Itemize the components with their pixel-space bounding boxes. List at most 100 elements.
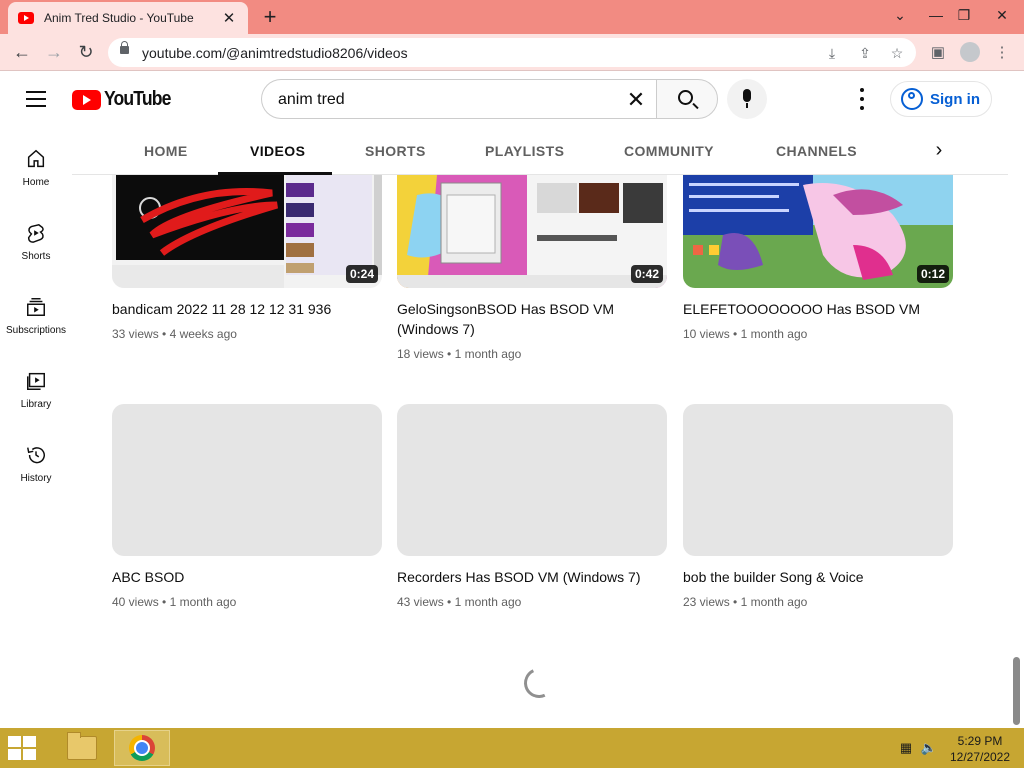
close-tab-icon[interactable]: ✕	[220, 9, 238, 27]
youtube-logo[interactable]: YouTube	[72, 88, 180, 111]
channel-tabs: HOME VIDEOS SHORTS PLAYLISTS COMMUNITY C…	[72, 127, 1008, 175]
chrome-icon	[129, 735, 155, 761]
install-app-icon[interactable]: ⤓	[822, 43, 842, 63]
youtube-masthead: YouTube anim tred ✕ Sign in	[0, 71, 1024, 127]
shorts-icon	[24, 221, 48, 245]
upload-age: 1 month ago	[740, 327, 808, 341]
meta-separator: •	[162, 595, 167, 609]
video-metadata: 23 views • 1 month ago	[683, 595, 807, 609]
windows-taskbar: ▦ 🔈 5:29 PM 12/27/2022	[0, 728, 1024, 768]
view-count: 18 views	[397, 347, 444, 361]
video-item[interactable]: Recorders Has BSOD VM (Windows 7) 43 vie…	[397, 404, 667, 614]
microphone-icon	[743, 89, 751, 102]
meta-separator: •	[447, 595, 452, 609]
sign-in-label: Sign in	[930, 90, 980, 108]
taskbar-clock[interactable]: 5:29 PM 12/27/2022	[946, 733, 1014, 765]
sign-in-button[interactable]: Sign in	[890, 81, 992, 117]
windows-start-icon[interactable]	[8, 736, 38, 762]
voice-search-button[interactable]	[727, 79, 767, 119]
video-duration: 0:24	[345, 265, 378, 283]
settings-menu-icon[interactable]	[850, 88, 874, 110]
side-panel-icon[interactable]: ▣	[926, 40, 950, 64]
video-thumbnail[interactable]: 0:12	[683, 175, 953, 288]
video-title[interactable]: ELEFETOOOOOOOO Has BSOD VM	[683, 299, 945, 319]
chevron-right-icon[interactable]: ›	[928, 139, 950, 162]
video-title[interactable]: bob the builder Song & Voice	[683, 567, 945, 587]
guide-item-home[interactable]: Home	[0, 127, 72, 201]
taskbar-chrome[interactable]	[114, 730, 170, 766]
guide-item-shorts[interactable]: Shorts	[0, 201, 72, 275]
guide-label-home: Home	[22, 177, 50, 188]
view-count: 10 views	[683, 327, 730, 341]
browser-tab[interactable]: Anim Tred Studio - YouTube ✕	[8, 2, 248, 34]
mini-guide: Home Shorts Subscriptions Library Histor…	[0, 127, 72, 728]
bookmark-star-icon[interactable]: ☆	[887, 43, 907, 63]
thumbnail-image	[112, 175, 382, 288]
video-title[interactable]: GeloSingsonBSOD Has BSOD VM (Windows 7)	[397, 299, 659, 339]
taskbar-file-explorer[interactable]	[54, 730, 110, 766]
video-item[interactable]: bob the builder Song & Voice 23 views • …	[683, 404, 953, 614]
video-item[interactable]: 0:12 ELEFETOOOOOOOO Has BSOD VM 10 views…	[683, 175, 953, 355]
video-title[interactable]: ABC BSOD	[112, 567, 374, 587]
video-item[interactable]: 0:24 bandicam 2022 11 28 12 12 31 936 33…	[112, 175, 382, 355]
guide-label-subscriptions: Subscriptions	[5, 325, 67, 336]
thumbnail-image	[683, 175, 953, 288]
video-item[interactable]: ABC BSOD 40 views • 1 month ago	[112, 404, 382, 614]
address-bar[interactable]: youtube.com/@animtredstudio8206/videos ⤓…	[108, 38, 916, 67]
guide-item-subscriptions[interactable]: Subscriptions	[0, 275, 72, 349]
video-metadata: 40 views • 1 month ago	[112, 595, 236, 609]
lock-icon[interactable]	[120, 41, 129, 54]
tab-channels[interactable]: CHANNELS	[776, 143, 857, 159]
tab-search-icon[interactable]: ⌄	[882, 0, 918, 30]
guide-menu-icon[interactable]	[26, 91, 46, 107]
subscriptions-icon	[24, 295, 48, 319]
meta-separator: •	[733, 327, 738, 341]
tab-community[interactable]: COMMUNITY	[624, 143, 714, 159]
guide-label-history: History	[20, 473, 52, 484]
tab-playlists[interactable]: PLAYLISTS	[485, 143, 564, 159]
tab-shorts[interactable]: SHORTS	[365, 143, 426, 159]
video-thumbnail[interactable]: 0:24	[112, 175, 382, 288]
search-input[interactable]: anim tred ✕	[261, 79, 656, 119]
video-item[interactable]: 0:42 GeloSingsonBSOD Has BSOD VM (Window…	[397, 175, 667, 375]
library-icon	[24, 369, 48, 393]
guide-item-library[interactable]: Library	[0, 349, 72, 423]
share-icon[interactable]: ⇪	[855, 43, 875, 63]
video-thumbnail-placeholder[interactable]	[397, 404, 667, 556]
upload-age: 1 month ago	[454, 347, 522, 361]
browser-tab-title: Anim Tred Studio - YouTube	[44, 11, 194, 25]
scrollbar-thumb[interactable]	[1013, 657, 1020, 725]
video-metadata: 18 views • 1 month ago	[397, 347, 521, 361]
restore-icon[interactable]: ❐	[946, 0, 982, 30]
video-title[interactable]: bandicam 2022 11 28 12 12 31 936	[112, 299, 374, 319]
video-thumbnail[interactable]: 0:42	[397, 175, 667, 288]
search-button[interactable]	[656, 79, 718, 119]
video-thumbnail-placeholder[interactable]	[112, 404, 382, 556]
volume-icon[interactable]: 🔈	[920, 740, 938, 756]
chrome-menu-icon[interactable]: ⋮	[990, 40, 1014, 64]
url-text: youtube.com/@animtredstudio8206/videos	[142, 45, 408, 61]
back-icon[interactable]: ←	[9, 39, 35, 65]
page-scrollbar[interactable]	[1008, 127, 1024, 728]
video-duration: 0:42	[630, 265, 663, 283]
account-icon	[901, 88, 923, 110]
reload-icon[interactable]: ↻	[73, 39, 99, 65]
forward-icon[interactable]: →	[41, 39, 67, 65]
video-title[interactable]: Recorders Has BSOD VM (Windows 7)	[397, 567, 659, 587]
clear-search-icon[interactable]: ✕	[624, 87, 648, 113]
video-metadata: 33 views • 4 weeks ago	[112, 327, 237, 341]
loading-spinner-icon	[519, 663, 559, 703]
profile-avatar-icon[interactable]	[958, 40, 982, 64]
thumbnail-image	[397, 175, 667, 288]
guide-item-history[interactable]: History	[0, 423, 72, 497]
network-icon[interactable]: ▦	[897, 740, 915, 756]
clock-date: 12/27/2022	[949, 750, 1011, 764]
tab-home[interactable]: HOME	[144, 143, 188, 159]
close-window-icon[interactable]: ✕	[984, 0, 1020, 30]
new-tab-icon[interactable]: +	[258, 4, 282, 30]
meta-separator: •	[162, 327, 167, 341]
tab-videos[interactable]: VIDEOS	[250, 143, 305, 159]
video-metadata: 10 views • 1 month ago	[683, 327, 807, 341]
view-count: 43 views	[397, 595, 444, 609]
video-thumbnail-placeholder[interactable]	[683, 404, 953, 556]
